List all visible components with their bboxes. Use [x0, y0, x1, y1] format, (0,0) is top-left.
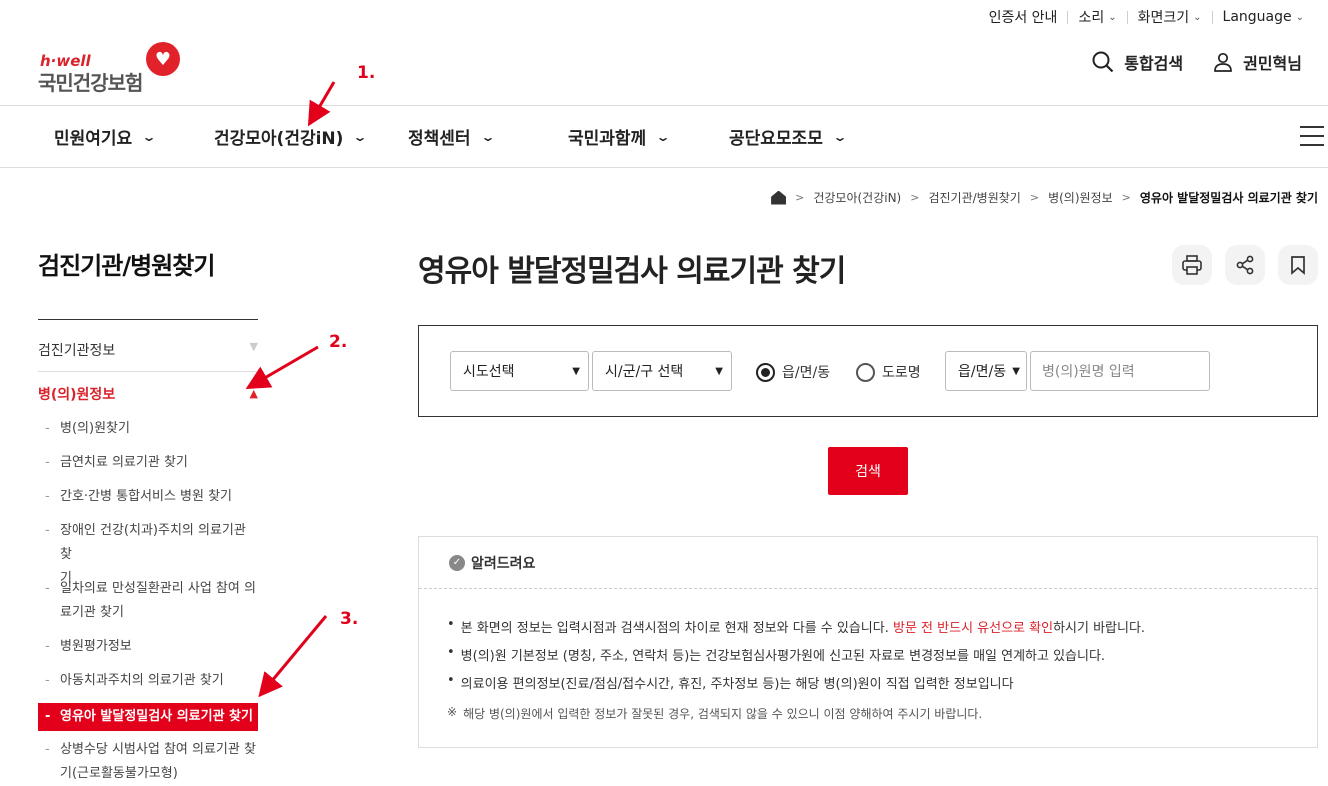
triangle-up-icon: ▲	[249, 387, 258, 400]
sidebar-subitem[interactable]: - 상병수당 시범사업 참여 의료기관 찾 기(근로활동불가모형)	[38, 738, 258, 786]
sidebar-subitem[interactable]: - 간호·간병 통합서비스 병원 찾기	[38, 485, 258, 509]
header-actions: 통합검색 권민혁님	[1092, 50, 1302, 74]
site-logo[interactable]: h·well 국민건강보험 ♥	[38, 42, 188, 95]
chevron-down-icon: ⌄	[832, 129, 848, 144]
font-size-menu[interactable]: 화면크기 ⌄	[1128, 7, 1212, 27]
breadcrumb: > 건강모아(건강iN) > 검진기관/병원찾기 > 병(의)원정보 > 영유아…	[771, 189, 1318, 206]
sidebar-subitem[interactable]: - 병원평가정보	[38, 635, 258, 659]
divider	[38, 319, 258, 320]
chevron-right-icon: >	[1121, 191, 1131, 204]
logo-name: 국민건강보험	[38, 71, 143, 95]
sidebar-subitem[interactable]: - 금연치료 의료기관 찾기	[38, 451, 258, 475]
page-tools	[1172, 245, 1318, 285]
radio-unchecked-icon	[856, 362, 875, 382]
bookmark-icon	[1291, 256, 1305, 275]
sidebar-item-hospital[interactable]: 병(의)원정보 ▲	[38, 384, 258, 404]
search-form: 시도선택 ▼ 시/군/구 선택 ▼ 읍/면/동 도로명 읍/면/동 ▼ 병(의)원명 …	[418, 325, 1318, 417]
breadcrumb-item[interactable]: 건강모아(건강iN)	[813, 189, 901, 206]
hamburger-menu-icon[interactable]	[1300, 126, 1324, 146]
integrated-search-button[interactable]: 통합검색	[1092, 50, 1183, 74]
user-icon	[1214, 52, 1232, 72]
heart-icon: ♥	[146, 42, 180, 76]
annotation-label-2: 2.	[329, 332, 348, 352]
search-button[interactable]: 검색	[828, 447, 908, 495]
nav-item-corporation[interactable]: 공단요모조모 ⌄	[729, 106, 848, 167]
bookmark-button[interactable]	[1278, 245, 1318, 285]
share-button[interactable]	[1225, 245, 1265, 285]
nav-item-civil[interactable]: 민원여기요 ⌄	[54, 106, 157, 167]
chevron-right-icon: >	[1029, 191, 1040, 204]
chevron-right-icon: >	[910, 191, 920, 204]
sidebar-subitem[interactable]: - 병(의)원찾기	[38, 417, 258, 441]
notice-box: ✓ 알려드려요 • 본 화면의 정보는 입력시점과 검색시점의 차이로 현재 정…	[418, 536, 1318, 748]
utility-bar: 인증서 안내 소리 ⌄ 화면크기 ⌄ Language ⌄	[979, 0, 1328, 34]
chevron-right-icon: >	[795, 191, 805, 204]
chevron-down-icon: ▼	[1012, 365, 1020, 377]
home-icon[interactable]	[771, 190, 787, 205]
chevron-down-icon: ⌄	[352, 129, 369, 144]
sidebar-subitem-active[interactable]: - 영유아 발달정밀검사 의료기관 찾기	[38, 703, 258, 731]
notice-line: • 병(의)원 기본정보 (명칭, 주소, 연락처 등)는 건강보험심사평가원에 …	[447, 645, 1106, 664]
annotation-label-1: 1.	[357, 63, 376, 83]
chevron-down-icon: ▼	[572, 365, 580, 377]
sidebar-title: 검진기관/병원찾기	[38, 252, 215, 280]
share-icon	[1236, 255, 1254, 275]
nav-item-health[interactable]: 건강모아(건강iN) ⌄	[214, 106, 369, 167]
annotation-arrow-3	[258, 615, 328, 698]
nav-item-people[interactable]: 국민과함께 ⌄	[568, 106, 671, 167]
chevron-down-icon: ⌄	[480, 129, 496, 144]
chevron-down-icon: ⌄	[1108, 11, 1117, 23]
breadcrumb-item[interactable]: 병(의)원정보	[1048, 189, 1113, 206]
chevron-down-icon: ▼	[715, 365, 723, 377]
breadcrumb-current: 영유아 발달정밀검사 의료기관 찾기	[1139, 191, 1318, 205]
search-icon	[1092, 51, 1114, 73]
sido-select[interactable]: 시도선택 ▼	[450, 351, 589, 391]
certificate-link[interactable]: 인증서 안내	[979, 7, 1068, 27]
breadcrumb-item[interactable]: 검진기관/병원찾기	[928, 189, 1020, 206]
print-icon	[1182, 255, 1202, 275]
sound-menu[interactable]: 소리 ⌄	[1068, 7, 1126, 27]
triangle-down-icon: ▼	[249, 340, 258, 353]
hospital-name-input[interactable]: 병(의)원명 입력	[1030, 351, 1210, 391]
sigungu-select[interactable]: 시/군/구 선택 ▼	[592, 351, 732, 391]
check-circle-icon: ✓	[449, 554, 465, 571]
sidebar-subitem[interactable]: - 일차의료 만성질환관리 사업 참여 의 료기관 찾기	[38, 577, 258, 625]
chevron-down-icon: ⌄	[655, 129, 671, 144]
language-menu[interactable]: Language ⌄	[1213, 9, 1314, 25]
page-title: 영유아 발달정밀검사 의료기관 찾기	[418, 254, 846, 289]
notice-note: ※ 해당 병(의)원에서 입력한 정보가 잘못된 경우, 검색되지 않을 수 있으…	[447, 705, 983, 721]
radio-checked-icon	[756, 362, 775, 382]
chevron-down-icon: ⌄	[1193, 11, 1202, 23]
main-navigation: 민원여기요 ⌄ 건강모아(건강iN) ⌄ 정책센터 ⌄ 국민과함께 ⌄ 공단요모조모 ⌄	[0, 105, 1328, 168]
annotation-arrow-2	[245, 345, 319, 390]
notice-header: ✓ 알려드려요	[419, 537, 1317, 589]
chevron-down-icon: ⌄	[141, 129, 157, 144]
chevron-down-icon: ⌄	[1295, 11, 1304, 23]
radio-eupmyeondong[interactable]: 읍/면/동	[756, 362, 830, 382]
sidebar-item-checkup[interactable]: 검진기관정보 ▼	[38, 340, 258, 372]
nav-item-policy[interactable]: 정책센터 ⌄	[408, 106, 496, 167]
radio-road-name[interactable]: 도로명	[856, 362, 921, 382]
print-button[interactable]	[1172, 245, 1212, 285]
notice-line: • 본 화면의 정보는 입력시점과 검색시점의 차이로 현재 정보와 다를 수 …	[447, 617, 1146, 636]
sidebar-subitem[interactable]: - 아동치과주치의 의료기관 찾기	[38, 669, 258, 693]
notice-line: • 의료이용 편의정보(진료/점심/접수시간, 휴진, 주차정보 등)는 해당 병…	[447, 673, 1014, 692]
user-menu[interactable]: 권민혁님	[1213, 50, 1302, 74]
annotation-label-3: 3.	[340, 609, 359, 629]
dong-select[interactable]: 읍/면/동 ▼	[945, 351, 1027, 391]
